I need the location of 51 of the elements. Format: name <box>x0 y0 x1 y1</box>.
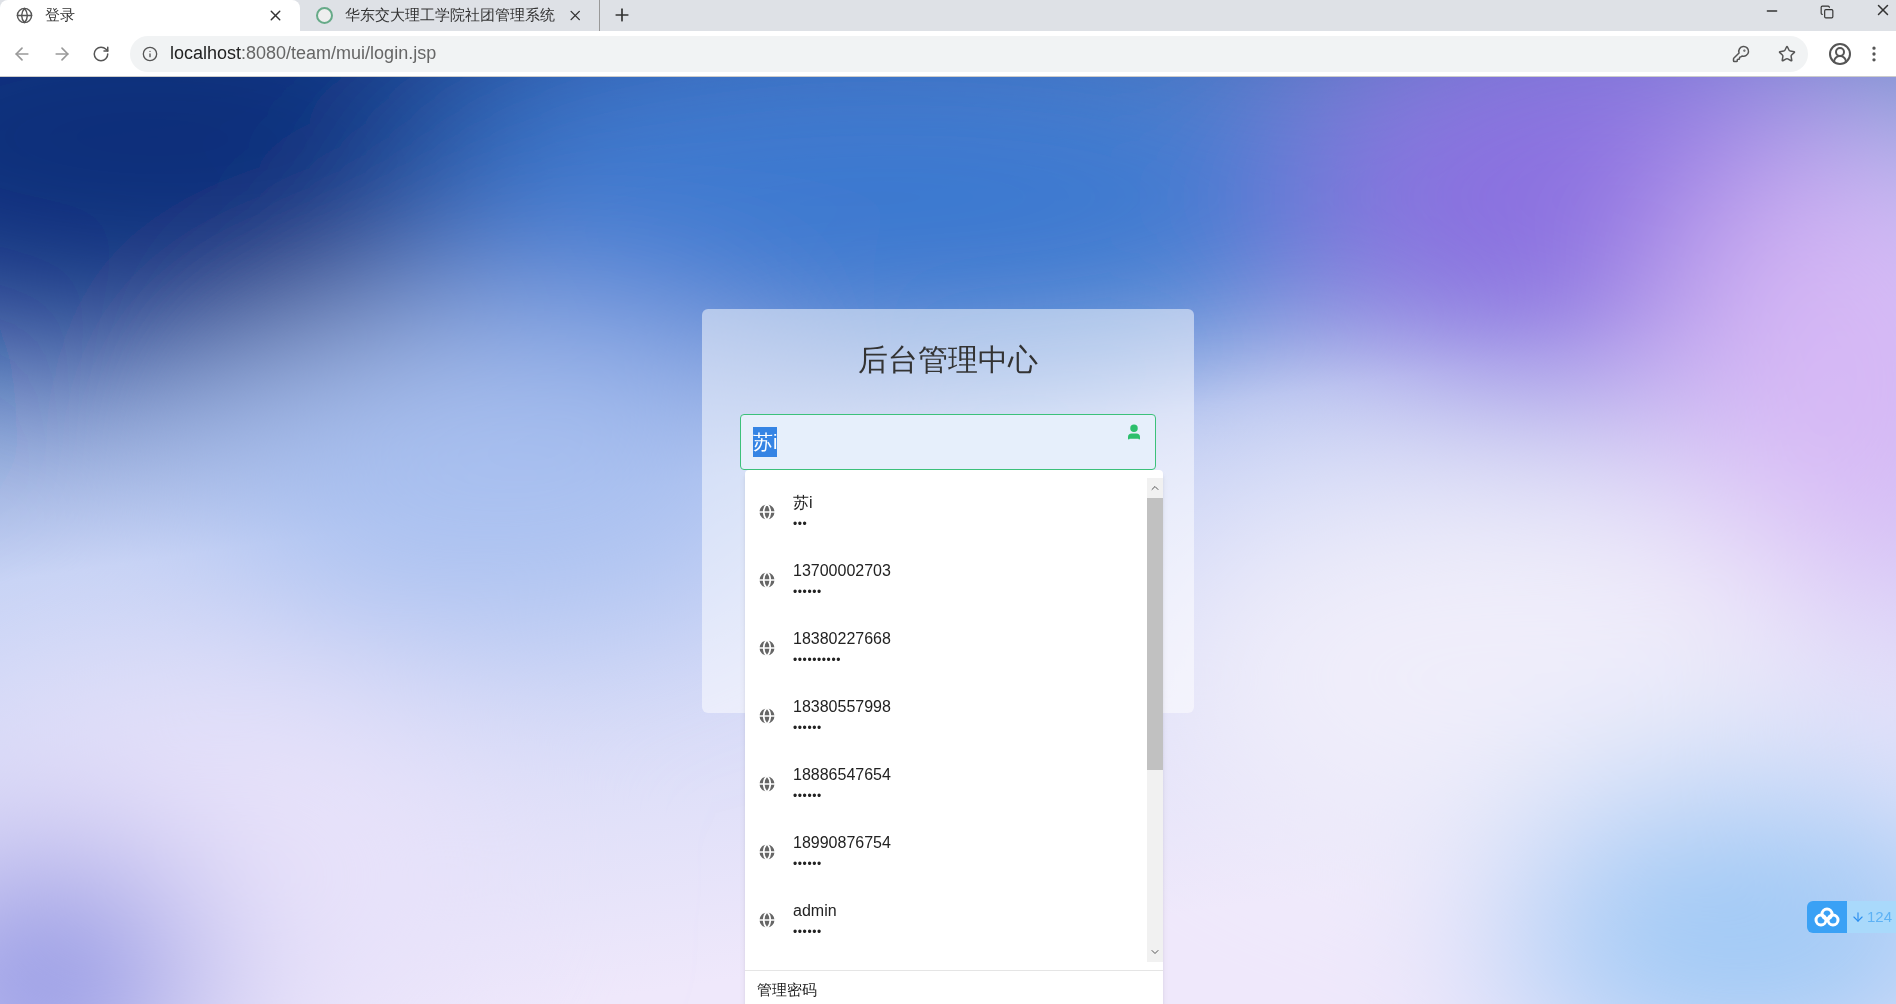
url-text: localhost:8080/team/mui/login.jsp <box>170 42 438 65</box>
saved-username: 13700002703 <box>793 561 891 581</box>
browser-tab[interactable]: 登录 <box>0 0 300 31</box>
saved-username: admin <box>793 901 837 921</box>
username-field[interactable]: 苏i <box>740 414 1156 470</box>
saved-login-item[interactable]: 18380557998 •••••• <box>745 682 1147 750</box>
key-icon[interactable] <box>1732 44 1750 63</box>
saved-password: •••••• <box>793 788 823 805</box>
globe-icon <box>16 7 33 24</box>
globe-icon <box>757 502 777 522</box>
saved-username: 18380557998 <box>793 697 891 717</box>
manage-passwords-link[interactable]: 管理密码 <box>757 979 817 1002</box>
globe-icon <box>757 706 777 726</box>
saved-username: 18886547654 <box>793 765 891 785</box>
card-title: 后台管理中心 <box>858 342 1038 378</box>
globe-icon <box>757 570 777 590</box>
saved-login-item[interactable]: 苏i ••• <box>745 478 1147 546</box>
saved-login-item[interactable]: 18990876754 •••••• <box>745 818 1147 886</box>
saved-login-item[interactable]: 18886547654 •••••• <box>745 750 1147 818</box>
tab-title: 登录 <box>45 5 76 26</box>
globe-icon <box>757 638 777 658</box>
user-icon <box>1125 423 1143 441</box>
saved-username: 苏i <box>793 493 813 513</box>
scrollbar[interactable] <box>1147 478 1163 962</box>
download-icon <box>1850 910 1865 924</box>
saved-password: •••••• <box>793 584 823 601</box>
globe-icon <box>757 910 777 930</box>
site-icon <box>316 7 333 24</box>
tab-title: 华东交大理工学院社团管理系统 <box>344 5 555 26</box>
cloud-icon <box>1813 907 1840 927</box>
saved-password: ••• <box>793 516 809 533</box>
saved-username: 18380227668 <box>793 629 891 649</box>
saved-password: •••••• <box>793 720 823 737</box>
restore-icon[interactable] <box>1820 5 1834 19</box>
saved-password: •••••••••• <box>793 652 842 669</box>
info-icon <box>142 45 158 62</box>
globe-icon <box>757 842 777 862</box>
saved-login-item[interactable]: admin •••••• <box>745 886 1147 954</box>
saved-login-item[interactable]: 13700002703 •••••• <box>745 546 1147 614</box>
profile-icon[interactable] <box>1828 41 1852 66</box>
saved-password: •••••• <box>793 924 823 941</box>
saved-password: •••••• <box>793 856 823 873</box>
saved-username: 18990876754 <box>793 833 891 853</box>
field-value: 苏i <box>753 427 778 457</box>
download-count: 124 <box>1866 906 1892 927</box>
saved-login-item[interactable]: 18380227668 •••••••••• <box>745 614 1147 682</box>
star-icon[interactable] <box>1778 44 1796 63</box>
globe-icon <box>757 774 777 794</box>
address-bar[interactable]: localhost:8080/team/mui/login.jsp <box>130 35 1808 72</box>
reload-icon[interactable] <box>92 44 110 63</box>
scroll-thumb[interactable] <box>1147 498 1163 770</box>
